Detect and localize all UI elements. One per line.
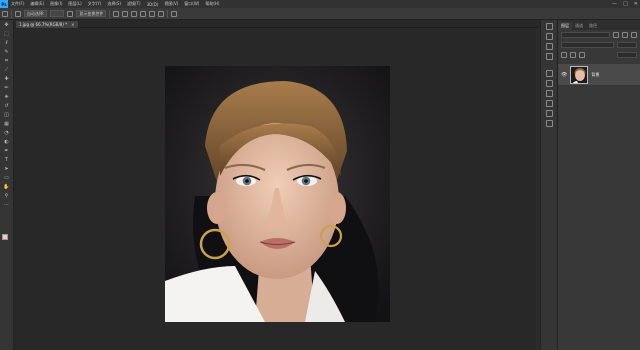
menu-image[interactable]: 图像(I): [47, 1, 65, 7]
lock-pixels-icon[interactable]: [570, 52, 576, 58]
properties-icon[interactable]: [545, 33, 553, 40]
menu-layer[interactable]: 图层(L): [65, 1, 84, 7]
layers-panel-tabs: 图层 通道 路径: [558, 20, 640, 30]
tools-panel: ✥ ⬚ ℓ ✎ ⌗ ⟋ ✚ ✏ ⎈ ↺ ◫ ▦ ◔ ◐ ✒ T ➤ ▭ ✋ ⚲ ⋯: [0, 20, 14, 350]
filter-type-icon[interactable]: [631, 32, 637, 38]
paragraph-icon[interactable]: [545, 100, 553, 107]
history-brush-icon[interactable]: ↺: [3, 102, 11, 110]
layer-dropdown[interactable]: [50, 10, 65, 17]
layer-thumbnail: [570, 65, 589, 84]
brush-settings-icon[interactable]: [545, 80, 553, 87]
layer-kind-filter[interactable]: [561, 32, 610, 38]
maximize-icon[interactable]: □: [623, 1, 628, 7]
layer-row[interactable]: 👁 背景: [558, 64, 640, 85]
history-icon[interactable]: [545, 23, 553, 30]
lock-transparent-icon[interactable]: [561, 52, 567, 58]
divider: [11, 9, 12, 18]
zoom-icon[interactable]: ⚲: [3, 192, 11, 200]
gradient-icon[interactable]: ▦: [3, 120, 11, 128]
stamp-icon[interactable]: ⎈: [3, 93, 11, 101]
shape-icon[interactable]: ▭: [3, 174, 11, 182]
close-icon[interactable]: ✕: [634, 1, 638, 7]
marquee-icon[interactable]: ⬚: [3, 30, 11, 38]
auto-select-label[interactable]: 自动选择:: [24, 10, 48, 17]
brush-icon[interactable]: ✏: [3, 84, 11, 92]
align-top-icon[interactable]: [140, 10, 147, 17]
layer-filter-row: [558, 30, 640, 40]
window-controls: — □ ✕: [612, 0, 638, 8]
adjustments-icon[interactable]: [545, 70, 553, 77]
color-icon[interactable]: [545, 43, 553, 50]
eye-icon[interactable]: 👁: [561, 72, 567, 78]
opacity-field[interactable]: [617, 42, 637, 48]
menu-filter[interactable]: 滤镜(T): [124, 1, 144, 7]
show-transform-controls[interactable]: 显示变换控件: [76, 10, 107, 17]
portrait-photo: [165, 66, 390, 322]
align-left-icon[interactable]: [113, 10, 120, 17]
blend-mode-select[interactable]: [561, 42, 614, 48]
layer-name: 背景: [591, 71, 600, 77]
menu-file[interactable]: 文件(F): [8, 1, 27, 7]
menu-edit[interactable]: 编辑(E): [27, 1, 47, 7]
panel-icon-strip: [540, 20, 558, 350]
move-tool-preset-icon[interactable]: [2, 10, 8, 17]
menu-window[interactable]: 窗口(W): [181, 1, 202, 7]
menu-bar: Ps 文件(F) 编辑(E) 图像(I) 图层(L) 文字(Y) 选择(S) 滤…: [0, 0, 640, 8]
tab-layers[interactable]: 图层: [558, 22, 572, 30]
more-icon[interactable]: ⋯: [3, 201, 11, 209]
fill-field[interactable]: [617, 52, 637, 58]
filter-adjust-icon[interactable]: [622, 32, 628, 38]
divider: [109, 9, 111, 18]
tab-paths[interactable]: 路径: [586, 22, 600, 30]
document-tab-bar: 1.jpg @ 66.7%(RGB/8) * ×: [14, 20, 538, 28]
filter-pixel-icon[interactable]: [613, 32, 619, 38]
align-center-icon[interactable]: [122, 10, 129, 17]
character-icon[interactable]: [545, 90, 553, 97]
type-icon[interactable]: T: [3, 156, 11, 164]
dodge-icon[interactable]: ◐: [3, 138, 11, 146]
align-right-icon[interactable]: [131, 10, 138, 17]
lock-row: [558, 50, 640, 60]
move-icon[interactable]: ✥: [3, 21, 11, 29]
foreground-color-swatch[interactable]: [2, 234, 8, 240]
menu-3d[interactable]: 3D(D): [144, 2, 162, 7]
menu-view[interactable]: 视图(V): [161, 1, 181, 7]
swatches-icon[interactable]: [545, 53, 553, 60]
layer-thumbnail-image: [571, 66, 588, 83]
hand-icon[interactable]: ✋: [3, 183, 11, 191]
options-bar: 自动选择: 显示变换控件: [0, 8, 640, 20]
menu-select[interactable]: 选择(S): [104, 1, 124, 7]
blend-row: [558, 40, 640, 50]
app-logo: Ps: [0, 0, 8, 8]
document-tab[interactable]: 1.jpg @ 66.7%(RGB/8) * ×: [16, 21, 78, 28]
document-title: 1.jpg @ 66.7%(RGB/8) *: [19, 22, 68, 27]
more-options-icon[interactable]: [171, 10, 178, 17]
styles-icon[interactable]: [545, 120, 553, 127]
healing-icon[interactable]: ✚: [3, 75, 11, 83]
eraser-icon[interactable]: ◫: [3, 111, 11, 119]
lock-position-icon[interactable]: [579, 52, 585, 58]
checkbox-icon[interactable]: [15, 10, 21, 17]
menu-type[interactable]: 文字(Y): [85, 1, 105, 7]
divider: [167, 9, 169, 18]
canvas-area[interactable]: [14, 28, 538, 350]
lasso-icon[interactable]: ℓ: [3, 39, 11, 47]
align-bottom-icon[interactable]: [158, 10, 165, 17]
tab-channels[interactable]: 通道: [572, 22, 586, 30]
path-select-icon[interactable]: ➤: [3, 165, 11, 173]
eyedropper-icon[interactable]: ⟋: [3, 66, 11, 74]
checkbox-icon[interactable]: [67, 10, 74, 17]
close-tab-icon[interactable]: ×: [71, 22, 74, 27]
layers-panel: 图层 通道 路径 👁 背景: [558, 20, 640, 350]
crop-icon[interactable]: ⌗: [3, 57, 11, 65]
align-middle-icon[interactable]: [149, 10, 156, 17]
quick-select-icon[interactable]: ✎: [3, 48, 11, 56]
blur-icon[interactable]: ◔: [3, 129, 11, 137]
pen-icon[interactable]: ✒: [3, 147, 11, 155]
libraries-icon[interactable]: [545, 110, 553, 117]
document-image[interactable]: [165, 66, 390, 322]
minimize-icon[interactable]: —: [612, 1, 617, 7]
menu-help[interactable]: 帮助(H): [202, 1, 222, 7]
